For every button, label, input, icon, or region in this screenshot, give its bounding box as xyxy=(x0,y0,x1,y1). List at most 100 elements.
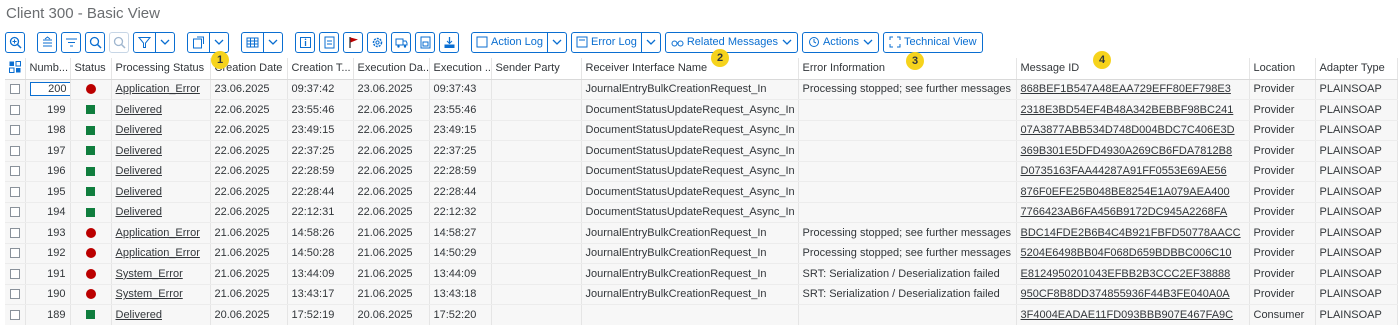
message-id-link[interactable]: 950CF8B8DD374855936F44B3FE040A0A xyxy=(1021,288,1230,300)
column-header-execution-time[interactable]: Execution ... xyxy=(429,58,492,80)
row-select-cell[interactable] xyxy=(5,222,26,244)
layout-button[interactable] xyxy=(242,33,263,52)
table-row[interactable]: 195 Delivered 22.06.2025 22:28:44 22.06.2025… xyxy=(5,181,1398,203)
row-select-cell[interactable] xyxy=(5,161,26,182)
message-id-link[interactable]: 876F0EFE25B048BE8254E1A079AEA400 xyxy=(1021,186,1230,198)
column-header-status[interactable]: Status xyxy=(70,58,112,80)
processing-status-link[interactable]: System_Error xyxy=(116,268,183,280)
table-row[interactable]: 189 Delivered 20.06.2025 17:52:19 20.06.2025… xyxy=(5,304,1398,325)
action-log-button[interactable]: Action Log xyxy=(472,33,547,52)
processing-status-link[interactable]: System_Error xyxy=(116,288,183,300)
zoom-in-button[interactable] xyxy=(5,31,25,53)
layout-dropdown[interactable] xyxy=(263,32,282,52)
download-button[interactable] xyxy=(439,31,459,53)
table-row[interactable]: 196 Delivered 22.06.2025 22:28:59 22.06.2025… xyxy=(5,161,1398,182)
row-select-cell[interactable] xyxy=(5,263,26,285)
delivery-button[interactable] xyxy=(391,31,411,53)
message-id-link[interactable]: 7766423AB6FA456B9172DC945A2268FA xyxy=(1021,206,1228,218)
processing-status-link[interactable]: Application_Error xyxy=(116,247,200,259)
processing-status-link[interactable]: Application_Error xyxy=(116,83,200,95)
message-id-link[interactable]: 5204E6498BB04F068D659BDBBC006C10 xyxy=(1021,247,1232,259)
column-header-message-id[interactable]: Message ID xyxy=(1016,58,1250,80)
related-messages-button[interactable]: Related Messages xyxy=(664,31,798,53)
message-id-link[interactable]: 2318E3BD54EF4B48A342BEBBF98BC241 xyxy=(1021,104,1234,116)
table-row[interactable]: 192 Application_Error 21.06.2025 14:50:28 21… xyxy=(5,243,1398,264)
row-checkbox[interactable] xyxy=(9,309,20,320)
action-log-dropdown[interactable] xyxy=(546,32,566,52)
flag-button[interactable] xyxy=(343,31,363,53)
row-select-cell[interactable] xyxy=(5,120,26,141)
processing-status-link[interactable]: Delivered xyxy=(116,124,162,136)
actions-button[interactable]: Actions xyxy=(801,31,880,53)
row-checkbox[interactable] xyxy=(9,289,20,300)
column-header-adapter-type[interactable]: Adapter Type xyxy=(1315,58,1398,80)
export-button-group[interactable] xyxy=(187,31,229,53)
payload-button[interactable] xyxy=(415,31,435,53)
technical-view-button[interactable]: Technical View xyxy=(883,31,983,53)
error-log-dropdown[interactable] xyxy=(640,32,660,52)
row-checkbox[interactable] xyxy=(9,166,20,177)
row-checkbox[interactable] xyxy=(9,248,20,259)
processing-status-link[interactable]: Delivered xyxy=(116,104,162,116)
row-checkbox[interactable] xyxy=(9,207,20,218)
row-select-cell[interactable] xyxy=(5,284,26,305)
error-log-group[interactable]: Error Log xyxy=(570,31,661,53)
processing-status-link[interactable]: Delivered xyxy=(116,145,162,157)
search-button[interactable] xyxy=(85,31,105,53)
processing-status-link[interactable]: Delivered xyxy=(116,165,162,177)
column-header-creation-time[interactable]: Creation T... xyxy=(287,58,354,80)
sort-ascending-button[interactable] xyxy=(37,31,57,53)
row-select-cell[interactable] xyxy=(5,79,26,100)
row-checkbox[interactable] xyxy=(9,104,20,115)
table-row[interactable]: 199 Delivered 22.06.2025 23:55:46 22.06.2025… xyxy=(5,99,1398,121)
settings-button[interactable] xyxy=(367,31,387,53)
message-id-link[interactable]: D0735163FAA44287A91FF0553E69AE56 xyxy=(1021,165,1227,177)
table-row[interactable]: 191 System_Error 21.06.2025 13:44:09 21.06.2… xyxy=(5,263,1398,285)
row-checkbox[interactable] xyxy=(9,186,20,197)
filter-button[interactable] xyxy=(134,33,155,52)
column-settings-header[interactable] xyxy=(5,58,26,80)
row-checkbox[interactable] xyxy=(9,125,20,136)
column-header-execution-date[interactable]: Execution Da... xyxy=(353,58,430,80)
column-header-receiver-interface[interactable]: Receiver Interface Name xyxy=(581,58,799,80)
table-row[interactable]: 200 Application_Error 23.06.2025 09:37:42 23… xyxy=(5,79,1398,100)
details-button[interactable] xyxy=(295,31,315,53)
row-checkbox[interactable] xyxy=(9,145,20,156)
row-checkbox[interactable] xyxy=(9,227,20,238)
processing-status-link[interactable]: Delivered xyxy=(116,186,162,198)
message-id-link[interactable]: 3F4004EADAE11FD093BBB907E467FA9C xyxy=(1021,309,1234,321)
processing-status-link[interactable]: Delivered xyxy=(116,206,162,218)
table-row[interactable]: 194 Delivered 22.06.2025 22:12:31 22.06.2025… xyxy=(5,202,1398,223)
table-row[interactable]: 190 System_Error 21.06.2025 13:43:17 21.06.2… xyxy=(5,284,1398,305)
action-log-group[interactable]: Action Log xyxy=(471,31,567,53)
message-id-link[interactable]: E8124950201043EFBB2B3CCC2EF38888 xyxy=(1021,268,1231,280)
row-select-cell[interactable] xyxy=(5,304,26,325)
column-header-number[interactable]: Numb... xyxy=(25,58,71,80)
filter-list-button[interactable] xyxy=(61,31,81,53)
row-select-cell[interactable] xyxy=(5,140,26,162)
processing-status-link[interactable]: Delivered xyxy=(116,309,162,321)
filter-button-group[interactable] xyxy=(133,31,175,53)
row-select-cell[interactable] xyxy=(5,243,26,264)
table-row[interactable]: 197 Delivered 22.06.2025 22:37:25 22.06.2025… xyxy=(5,140,1398,162)
message-id-link[interactable]: 07A3877ABB534D748D004BDC7C406E3D xyxy=(1021,124,1235,136)
row-checkbox[interactable] xyxy=(9,268,20,279)
row-select-cell[interactable] xyxy=(5,99,26,121)
message-id-link[interactable]: 868BEF1B547A48EAA729EFF80EF798E3 xyxy=(1021,83,1231,95)
table-row[interactable]: 198 Delivered 22.06.2025 23:49:15 22.06.2025… xyxy=(5,120,1398,141)
column-header-processing-status[interactable]: Processing Status xyxy=(111,58,211,80)
message-id-link[interactable]: BDC14FDE2B6B4C4B921FBFD50778AACC xyxy=(1021,227,1241,239)
column-header-sender-party[interactable]: Sender Party xyxy=(491,58,582,80)
row-checkbox[interactable] xyxy=(9,84,20,95)
table-row[interactable]: 193 Application_Error 21.06.2025 14:58:26 21… xyxy=(5,222,1398,244)
message-id-link[interactable]: 369B301E5DFD4930A269CB6FDA7812B8 xyxy=(1021,145,1233,157)
processing-status-link[interactable]: Application_Error xyxy=(116,227,200,239)
filter-dropdown[interactable] xyxy=(155,32,174,52)
error-log-button[interactable]: Error Log xyxy=(572,33,641,52)
layout-button-group[interactable] xyxy=(241,31,283,53)
column-header-location[interactable]: Location xyxy=(1249,58,1316,80)
row-select-cell[interactable] xyxy=(5,202,26,223)
row-select-cell[interactable] xyxy=(5,181,26,203)
search-next-button[interactable] xyxy=(109,31,129,53)
export-dropdown[interactable] xyxy=(209,32,228,52)
